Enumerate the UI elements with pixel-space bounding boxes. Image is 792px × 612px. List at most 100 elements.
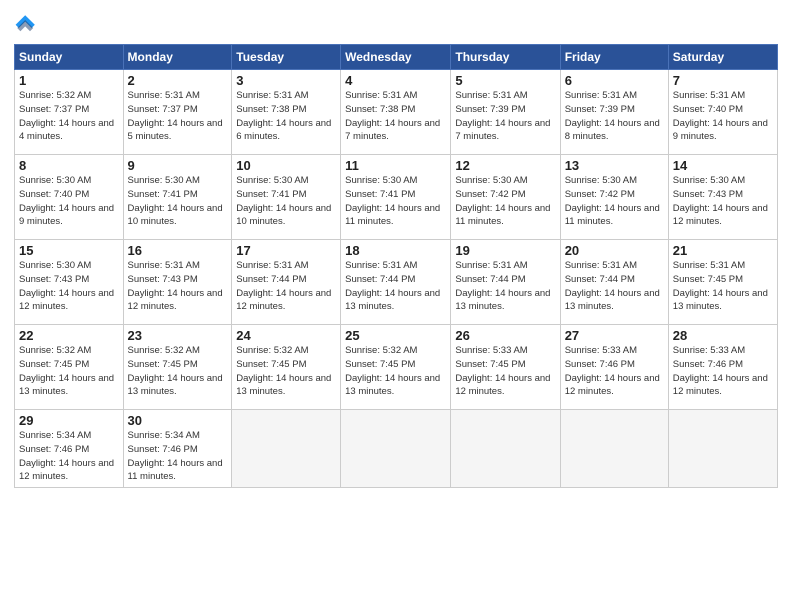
calendar-header-tuesday: Tuesday	[232, 45, 341, 70]
day-info: Sunrise: 5:32 AMSunset: 7:45 PMDaylight:…	[345, 344, 446, 399]
calendar-cell: 23Sunrise: 5:32 AMSunset: 7:45 PMDayligh…	[123, 325, 232, 410]
day-number: 20	[565, 243, 664, 258]
day-info: Sunrise: 5:31 AMSunset: 7:39 PMDaylight:…	[565, 89, 664, 144]
day-number: 15	[19, 243, 119, 258]
day-info: Sunrise: 5:33 AMSunset: 7:45 PMDaylight:…	[455, 344, 555, 399]
calendar-header-wednesday: Wednesday	[341, 45, 451, 70]
calendar-cell: 7Sunrise: 5:31 AMSunset: 7:40 PMDaylight…	[668, 70, 777, 155]
calendar-cell: 16Sunrise: 5:31 AMSunset: 7:43 PMDayligh…	[123, 240, 232, 325]
calendar-cell: 4Sunrise: 5:31 AMSunset: 7:38 PMDaylight…	[341, 70, 451, 155]
day-number: 3	[236, 73, 336, 88]
day-number: 4	[345, 73, 446, 88]
day-number: 10	[236, 158, 336, 173]
day-info: Sunrise: 5:30 AMSunset: 7:43 PMDaylight:…	[673, 174, 773, 229]
day-info: Sunrise: 5:31 AMSunset: 7:38 PMDaylight:…	[345, 89, 446, 144]
calendar-cell	[451, 410, 560, 488]
calendar-header-sunday: Sunday	[15, 45, 124, 70]
day-number: 22	[19, 328, 119, 343]
day-info: Sunrise: 5:30 AMSunset: 7:42 PMDaylight:…	[455, 174, 555, 229]
day-info: Sunrise: 5:32 AMSunset: 7:45 PMDaylight:…	[128, 344, 228, 399]
day-info: Sunrise: 5:31 AMSunset: 7:44 PMDaylight:…	[236, 259, 336, 314]
calendar-cell: 15Sunrise: 5:30 AMSunset: 7:43 PMDayligh…	[15, 240, 124, 325]
calendar-cell: 1Sunrise: 5:32 AMSunset: 7:37 PMDaylight…	[15, 70, 124, 155]
calendar-header-monday: Monday	[123, 45, 232, 70]
day-number: 21	[673, 243, 773, 258]
calendar-table: SundayMondayTuesdayWednesdayThursdayFrid…	[14, 44, 778, 488]
day-info: Sunrise: 5:31 AMSunset: 7:39 PMDaylight:…	[455, 89, 555, 144]
day-number: 17	[236, 243, 336, 258]
logo	[14, 12, 42, 36]
calendar-week-3: 22Sunrise: 5:32 AMSunset: 7:45 PMDayligh…	[15, 325, 778, 410]
calendar-header-friday: Friday	[560, 45, 668, 70]
calendar-week-2: 15Sunrise: 5:30 AMSunset: 7:43 PMDayligh…	[15, 240, 778, 325]
calendar-cell: 13Sunrise: 5:30 AMSunset: 7:42 PMDayligh…	[560, 155, 668, 240]
day-number: 8	[19, 158, 119, 173]
day-number: 5	[455, 73, 555, 88]
day-number: 11	[345, 158, 446, 173]
day-info: Sunrise: 5:30 AMSunset: 7:41 PMDaylight:…	[345, 174, 446, 229]
day-number: 23	[128, 328, 228, 343]
calendar-cell: 21Sunrise: 5:31 AMSunset: 7:45 PMDayligh…	[668, 240, 777, 325]
calendar-week-0: 1Sunrise: 5:32 AMSunset: 7:37 PMDaylight…	[15, 70, 778, 155]
calendar-cell: 8Sunrise: 5:30 AMSunset: 7:40 PMDaylight…	[15, 155, 124, 240]
day-number: 19	[455, 243, 555, 258]
calendar-cell: 5Sunrise: 5:31 AMSunset: 7:39 PMDaylight…	[451, 70, 560, 155]
calendar-cell: 27Sunrise: 5:33 AMSunset: 7:46 PMDayligh…	[560, 325, 668, 410]
day-number: 2	[128, 73, 228, 88]
day-number: 25	[345, 328, 446, 343]
day-number: 16	[128, 243, 228, 258]
day-info: Sunrise: 5:30 AMSunset: 7:41 PMDaylight:…	[236, 174, 336, 229]
day-info: Sunrise: 5:33 AMSunset: 7:46 PMDaylight:…	[673, 344, 773, 399]
day-info: Sunrise: 5:31 AMSunset: 7:44 PMDaylight:…	[565, 259, 664, 314]
day-info: Sunrise: 5:31 AMSunset: 7:38 PMDaylight:…	[236, 89, 336, 144]
calendar-cell: 19Sunrise: 5:31 AMSunset: 7:44 PMDayligh…	[451, 240, 560, 325]
day-number: 29	[19, 413, 119, 428]
day-number: 18	[345, 243, 446, 258]
calendar-cell: 22Sunrise: 5:32 AMSunset: 7:45 PMDayligh…	[15, 325, 124, 410]
day-info: Sunrise: 5:31 AMSunset: 7:43 PMDaylight:…	[128, 259, 228, 314]
calendar-cell: 30Sunrise: 5:34 AMSunset: 7:46 PMDayligh…	[123, 410, 232, 488]
day-number: 13	[565, 158, 664, 173]
day-info: Sunrise: 5:32 AMSunset: 7:45 PMDaylight:…	[236, 344, 336, 399]
calendar-week-1: 8Sunrise: 5:30 AMSunset: 7:40 PMDaylight…	[15, 155, 778, 240]
calendar-cell: 17Sunrise: 5:31 AMSunset: 7:44 PMDayligh…	[232, 240, 341, 325]
day-info: Sunrise: 5:31 AMSunset: 7:37 PMDaylight:…	[128, 89, 228, 144]
calendar-cell: 14Sunrise: 5:30 AMSunset: 7:43 PMDayligh…	[668, 155, 777, 240]
day-info: Sunrise: 5:34 AMSunset: 7:46 PMDaylight:…	[19, 429, 119, 484]
day-info: Sunrise: 5:30 AMSunset: 7:43 PMDaylight:…	[19, 259, 119, 314]
day-info: Sunrise: 5:33 AMSunset: 7:46 PMDaylight:…	[565, 344, 664, 399]
day-number: 30	[128, 413, 228, 428]
header	[14, 12, 778, 36]
day-info: Sunrise: 5:31 AMSunset: 7:44 PMDaylight:…	[345, 259, 446, 314]
day-number: 12	[455, 158, 555, 173]
logo-icon	[14, 12, 38, 36]
day-number: 14	[673, 158, 773, 173]
day-info: Sunrise: 5:32 AMSunset: 7:45 PMDaylight:…	[19, 344, 119, 399]
calendar-cell	[668, 410, 777, 488]
calendar-header-thursday: Thursday	[451, 45, 560, 70]
calendar-cell: 20Sunrise: 5:31 AMSunset: 7:44 PMDayligh…	[560, 240, 668, 325]
day-number: 24	[236, 328, 336, 343]
calendar-cell: 9Sunrise: 5:30 AMSunset: 7:41 PMDaylight…	[123, 155, 232, 240]
calendar-cell	[232, 410, 341, 488]
day-number: 6	[565, 73, 664, 88]
day-info: Sunrise: 5:31 AMSunset: 7:45 PMDaylight:…	[673, 259, 773, 314]
calendar-cell	[341, 410, 451, 488]
calendar-cell: 10Sunrise: 5:30 AMSunset: 7:41 PMDayligh…	[232, 155, 341, 240]
day-info: Sunrise: 5:31 AMSunset: 7:44 PMDaylight:…	[455, 259, 555, 314]
day-number: 1	[19, 73, 119, 88]
calendar-header-saturday: Saturday	[668, 45, 777, 70]
calendar-header-row: SundayMondayTuesdayWednesdayThursdayFrid…	[15, 45, 778, 70]
day-info: Sunrise: 5:32 AMSunset: 7:37 PMDaylight:…	[19, 89, 119, 144]
calendar-cell: 2Sunrise: 5:31 AMSunset: 7:37 PMDaylight…	[123, 70, 232, 155]
calendar-cell: 12Sunrise: 5:30 AMSunset: 7:42 PMDayligh…	[451, 155, 560, 240]
day-number: 27	[565, 328, 664, 343]
day-number: 7	[673, 73, 773, 88]
calendar-cell: 26Sunrise: 5:33 AMSunset: 7:45 PMDayligh…	[451, 325, 560, 410]
day-info: Sunrise: 5:30 AMSunset: 7:40 PMDaylight:…	[19, 174, 119, 229]
day-number: 9	[128, 158, 228, 173]
day-info: Sunrise: 5:31 AMSunset: 7:40 PMDaylight:…	[673, 89, 773, 144]
calendar-cell: 3Sunrise: 5:31 AMSunset: 7:38 PMDaylight…	[232, 70, 341, 155]
day-number: 26	[455, 328, 555, 343]
calendar-cell: 18Sunrise: 5:31 AMSunset: 7:44 PMDayligh…	[341, 240, 451, 325]
